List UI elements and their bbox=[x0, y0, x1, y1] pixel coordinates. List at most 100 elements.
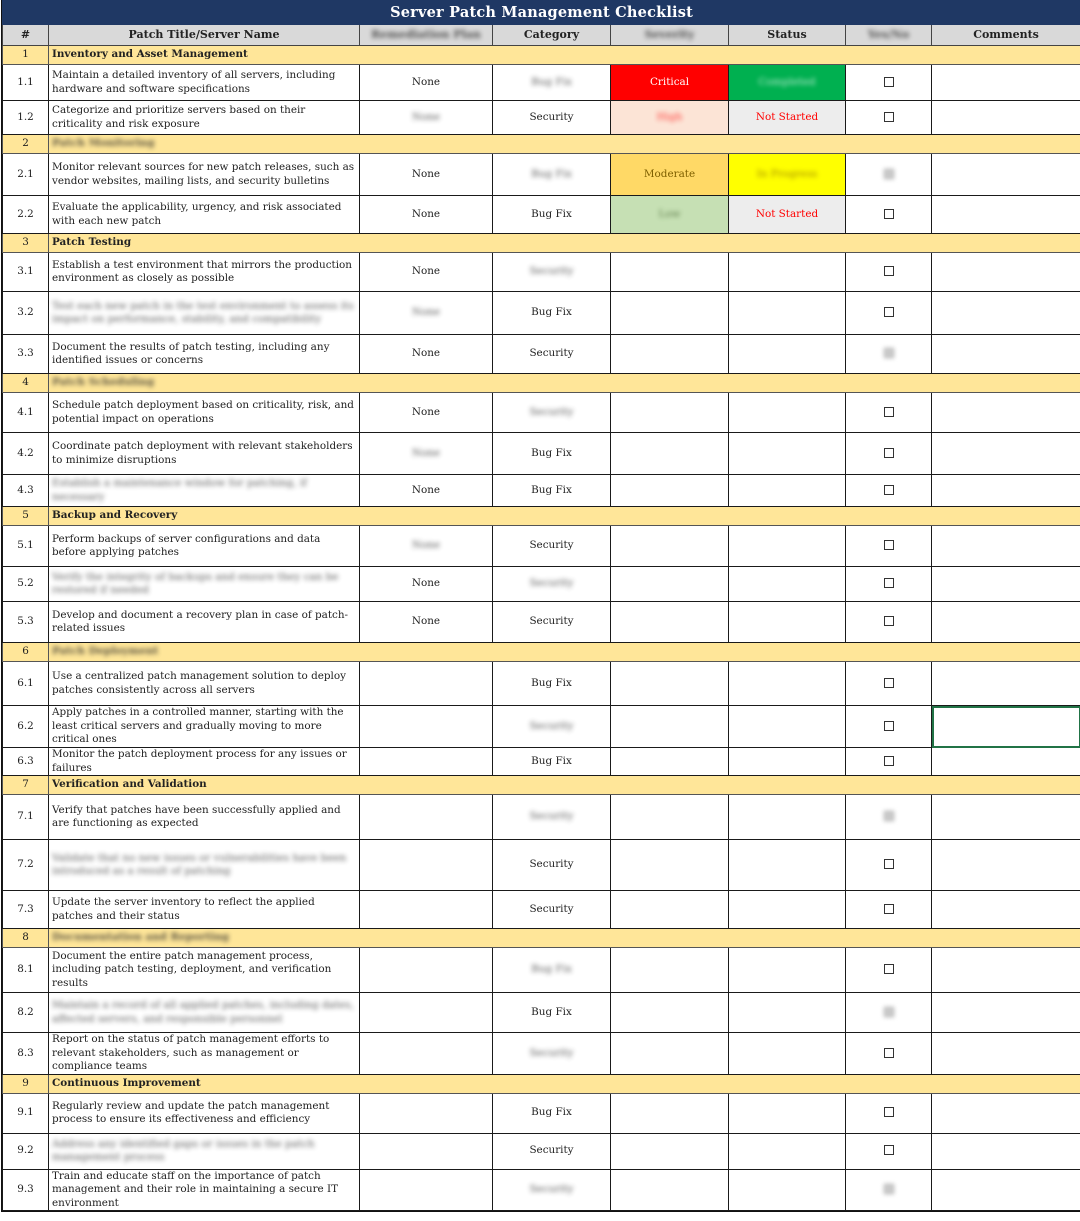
comments-cell[interactable] bbox=[930, 747, 1080, 776]
category-cell[interactable]: Security bbox=[492, 705, 611, 748]
checkbox-icon[interactable] bbox=[883, 484, 894, 495]
severity-cell[interactable] bbox=[610, 705, 729, 748]
remediation-cell[interactable]: None bbox=[359, 392, 493, 433]
comments-cell[interactable] bbox=[930, 64, 1080, 101]
section-number[interactable]: 8 bbox=[2, 928, 49, 948]
comments-cell[interactable] bbox=[930, 890, 1080, 929]
section-number[interactable]: 7 bbox=[2, 775, 49, 795]
severity-cell[interactable]: Low bbox=[610, 195, 729, 234]
severity-cell[interactable] bbox=[610, 1092, 729, 1134]
item-title-cell[interactable]: Coordinate patch deployment with relevan… bbox=[48, 432, 360, 475]
item-title-cell[interactable]: Validate that no new issues or vulnerabi… bbox=[48, 839, 360, 891]
category-cell[interactable]: Security bbox=[492, 334, 611, 374]
section-number[interactable]: 6 bbox=[2, 642, 49, 662]
section-title-cell[interactable]: Patch Scheduling bbox=[47, 373, 1080, 393]
item-number[interactable]: 9.3 bbox=[2, 1168, 49, 1211]
severity-cell[interactable] bbox=[610, 1168, 729, 1211]
item-number[interactable]: 9.2 bbox=[2, 1132, 49, 1170]
checkbox-icon[interactable] bbox=[883, 406, 894, 417]
item-title-cell[interactable]: Establish a test environment that mirror… bbox=[48, 252, 360, 292]
comments-cell[interactable] bbox=[930, 153, 1080, 196]
comments-cell[interactable] bbox=[930, 839, 1080, 891]
status-cell[interactable] bbox=[728, 474, 846, 507]
status-cell[interactable] bbox=[728, 992, 846, 1033]
remediation-cell[interactable]: None bbox=[359, 100, 493, 135]
item-title-cell[interactable]: Update the server inventory to reflect t… bbox=[48, 890, 360, 929]
item-number[interactable]: 5.1 bbox=[2, 525, 49, 567]
checkbox-icon[interactable] bbox=[883, 1047, 894, 1058]
item-number[interactable]: 3.2 bbox=[2, 291, 49, 335]
item-title-cell[interactable]: Apply patches in a controlled manner, st… bbox=[48, 705, 360, 748]
category-cell[interactable]: Security bbox=[492, 100, 611, 135]
remediation-cell[interactable]: None bbox=[359, 64, 493, 101]
status-cell[interactable] bbox=[728, 334, 846, 374]
item-number[interactable]: 1.1 bbox=[2, 64, 49, 101]
status-cell[interactable] bbox=[728, 1132, 846, 1170]
item-title-cell[interactable]: Test each new patch in the test environm… bbox=[48, 291, 360, 335]
severity-cell[interactable] bbox=[610, 566, 729, 602]
status-cell[interactable] bbox=[728, 601, 846, 643]
remediation-cell[interactable]: None bbox=[359, 153, 493, 196]
checkbox-icon[interactable] bbox=[883, 1107, 894, 1118]
section-title-cell[interactable]: Backup and Recovery bbox=[47, 506, 1080, 526]
severity-cell[interactable] bbox=[610, 392, 729, 433]
section-title-cell[interactable]: Inventory and Asset Management bbox=[47, 45, 1080, 65]
severity-cell[interactable] bbox=[610, 252, 729, 292]
item-number[interactable]: 4.2 bbox=[2, 432, 49, 475]
status-cell[interactable] bbox=[728, 947, 846, 993]
section-title-cell[interactable]: Continuous Improvement bbox=[47, 1073, 1080, 1094]
status-cell[interactable] bbox=[728, 252, 846, 292]
status-cell[interactable]: Completed bbox=[728, 64, 846, 101]
item-number[interactable]: 8.3 bbox=[2, 1032, 49, 1075]
remediation-cell[interactable]: None bbox=[359, 252, 493, 292]
checkbox-icon[interactable] bbox=[883, 1006, 894, 1017]
severity-cell[interactable] bbox=[610, 839, 729, 891]
checkbox-icon[interactable] bbox=[883, 755, 894, 766]
category-cell[interactable]: Security bbox=[492, 794, 611, 840]
severity-cell[interactable] bbox=[610, 432, 729, 475]
category-cell[interactable]: Bug Fix bbox=[492, 1092, 611, 1134]
category-cell[interactable]: Bug Fix bbox=[492, 474, 611, 507]
severity-cell[interactable] bbox=[610, 661, 729, 706]
section-title-cell[interactable]: Verification and Validation bbox=[47, 775, 1080, 795]
severity-cell[interactable] bbox=[610, 474, 729, 507]
severity-cell[interactable] bbox=[610, 747, 729, 776]
remediation-cell[interactable] bbox=[359, 1032, 493, 1075]
severity-cell[interactable]: High bbox=[610, 100, 729, 135]
checkbox-icon[interactable] bbox=[883, 76, 894, 87]
item-number[interactable]: 7.1 bbox=[2, 794, 49, 840]
comments-cell[interactable] bbox=[930, 1168, 1080, 1211]
status-cell[interactable] bbox=[728, 1168, 846, 1211]
category-cell[interactable]: Security bbox=[492, 566, 611, 602]
comments-cell[interactable] bbox=[930, 432, 1080, 475]
category-cell[interactable]: Security bbox=[492, 525, 611, 567]
comments-cell[interactable] bbox=[930, 195, 1080, 234]
item-number[interactable]: 6.3 bbox=[2, 747, 49, 776]
item-number[interactable]: 7.3 bbox=[2, 890, 49, 929]
status-cell[interactable] bbox=[728, 890, 846, 929]
remediation-cell[interactable] bbox=[359, 705, 493, 748]
checkbox-icon[interactable] bbox=[883, 348, 894, 359]
item-title-cell[interactable]: Regularly review and update the patch ma… bbox=[48, 1092, 360, 1134]
comments-cell[interactable] bbox=[930, 392, 1080, 433]
remediation-cell[interactable] bbox=[359, 747, 493, 776]
section-number[interactable]: 2 bbox=[2, 134, 49, 154]
section-title-cell[interactable]: Patch Deployment bbox=[47, 642, 1080, 662]
severity-cell[interactable] bbox=[610, 334, 729, 374]
category-cell[interactable]: Bug Fix bbox=[492, 992, 611, 1033]
comments-cell[interactable] bbox=[930, 601, 1080, 643]
item-title-cell[interactable]: Use a centralized patch management solut… bbox=[48, 661, 360, 706]
col-header-remediation[interactable]: Remediation Plan bbox=[359, 24, 493, 46]
comments-cell[interactable] bbox=[930, 947, 1080, 993]
section-title-cell[interactable]: Patch Testing bbox=[47, 233, 1080, 253]
section-number[interactable]: 5 bbox=[2, 506, 49, 526]
category-cell[interactable]: Security bbox=[492, 1132, 611, 1170]
remediation-cell[interactable] bbox=[359, 661, 493, 706]
item-number[interactable]: 2.2 bbox=[2, 195, 49, 234]
remediation-cell[interactable]: None bbox=[359, 291, 493, 335]
item-title-cell[interactable]: Verify the integrity of backups and ensu… bbox=[48, 566, 360, 602]
remediation-cell[interactable] bbox=[359, 992, 493, 1033]
section-number[interactable]: 9 bbox=[2, 1073, 49, 1094]
status-cell[interactable] bbox=[728, 661, 846, 706]
status-cell[interactable] bbox=[728, 392, 846, 433]
